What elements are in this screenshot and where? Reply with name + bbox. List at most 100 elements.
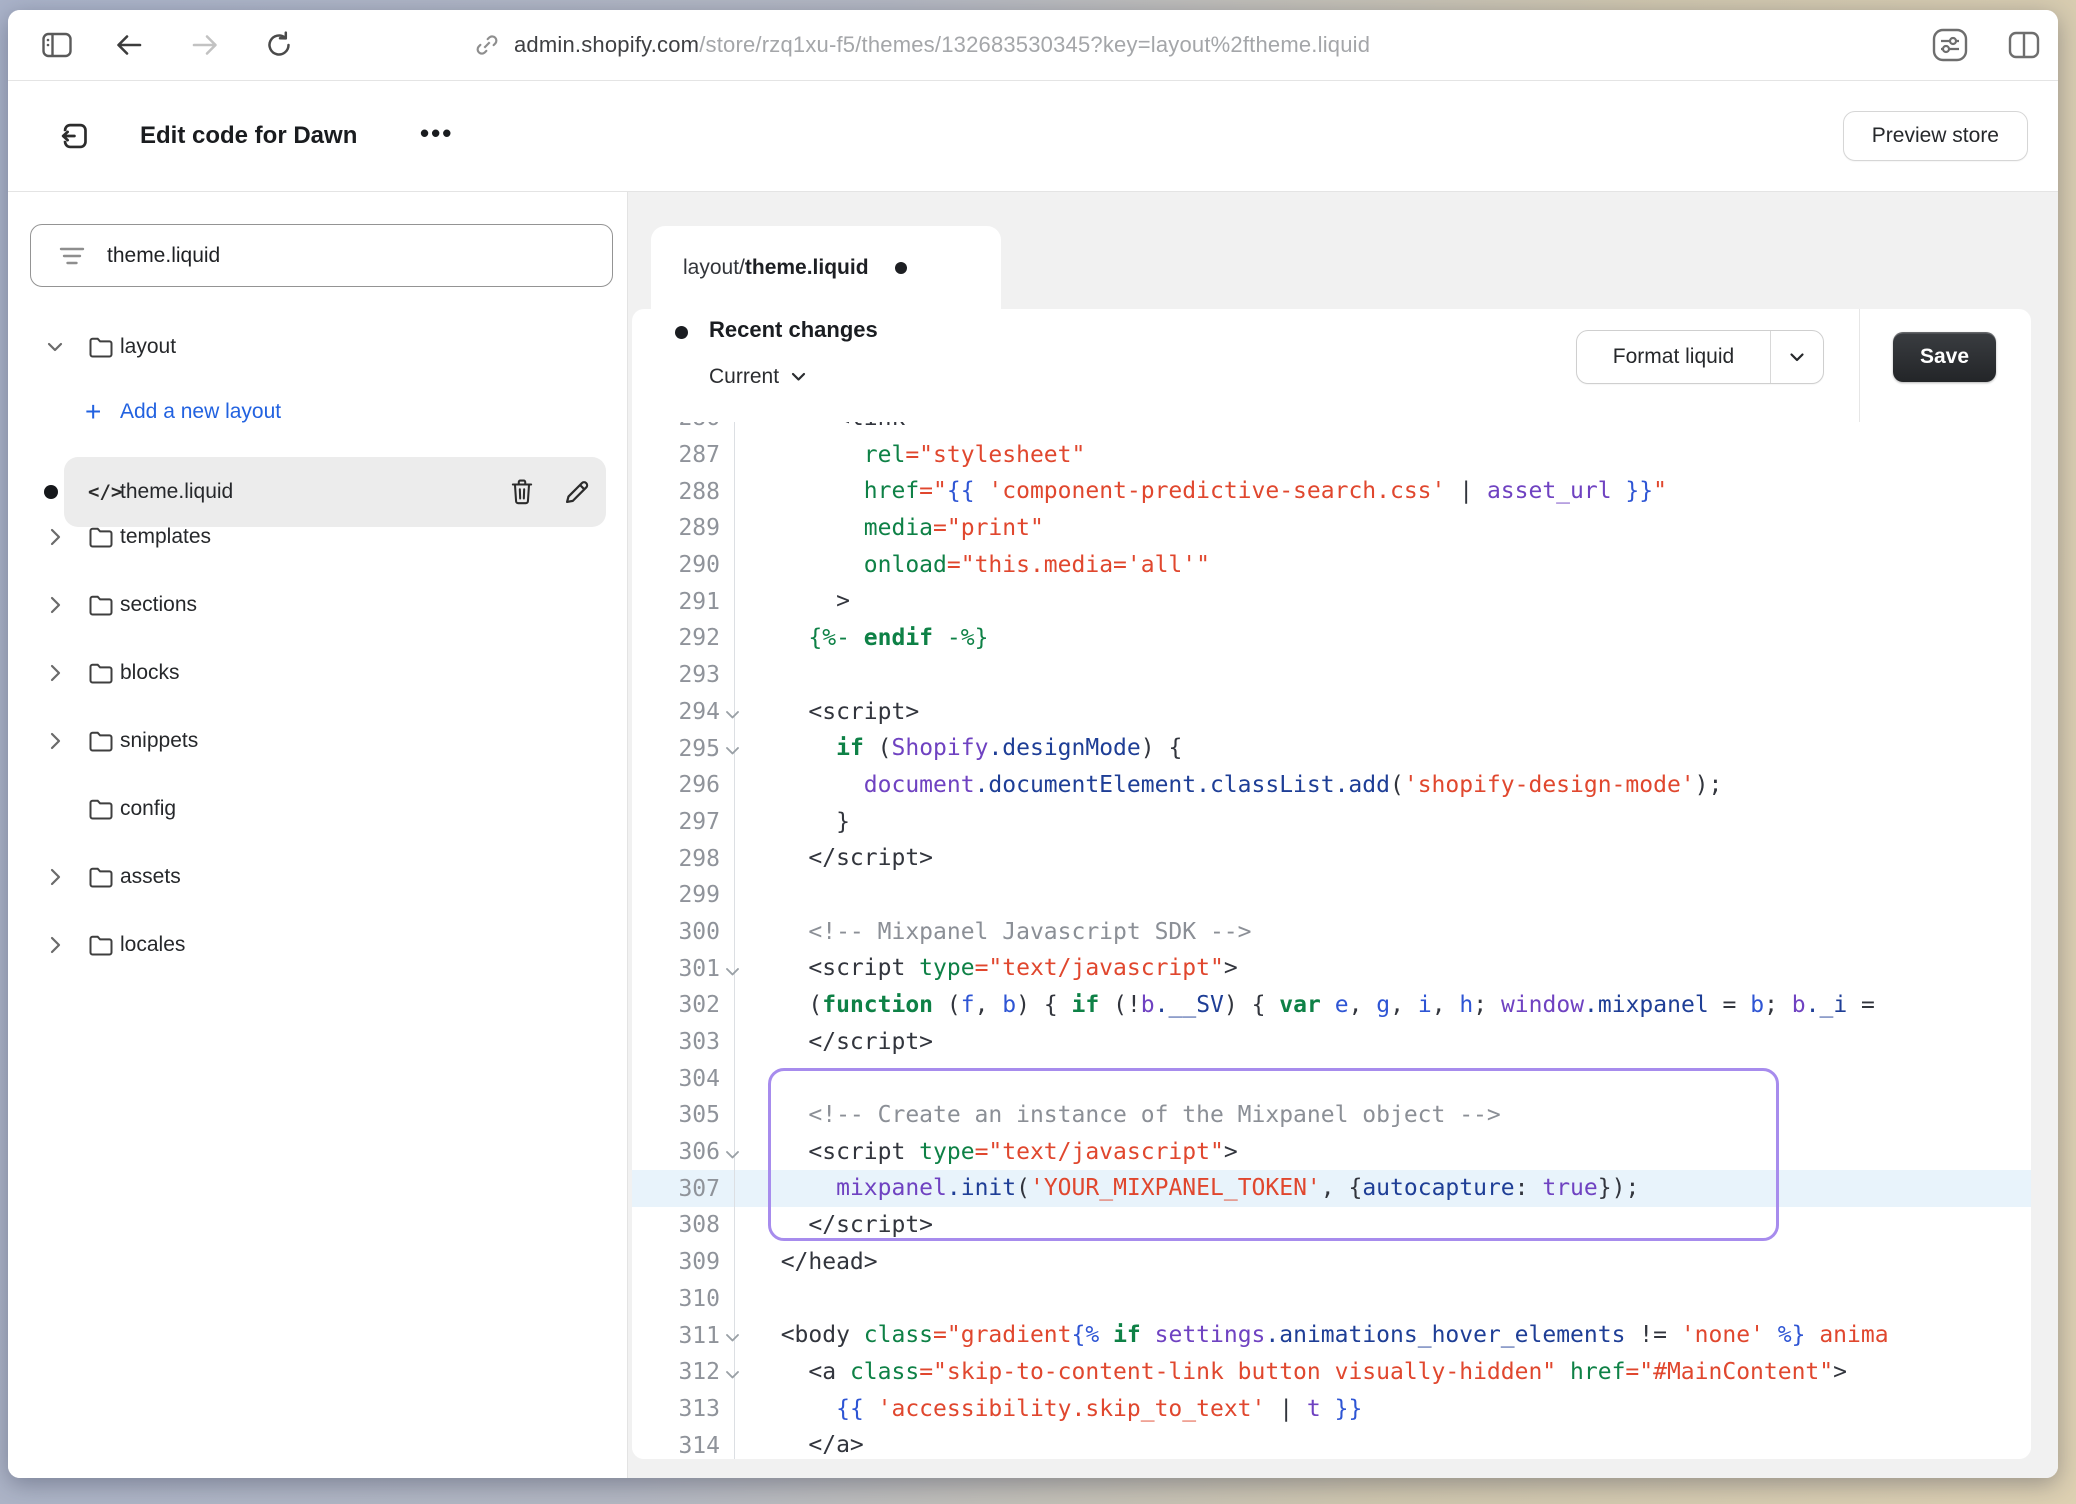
line-number[interactable]: 292 xyxy=(632,620,734,657)
code-line-293[interactable]: 293 xyxy=(632,657,2031,694)
line-number[interactable]: 308 xyxy=(632,1207,734,1244)
code-line-291[interactable]: 291 > xyxy=(632,583,2031,620)
tab-theme-liquid[interactable]: layout/theme.liquid xyxy=(651,226,1001,310)
line-number[interactable]: 305 xyxy=(632,1097,734,1134)
line-number[interactable]: 295 xyxy=(632,730,734,767)
line-number[interactable]: 290 xyxy=(632,547,734,584)
chevron-right-icon[interactable] xyxy=(46,936,64,954)
line-number[interactable]: 293 xyxy=(632,657,734,694)
line-number[interactable]: 307 xyxy=(632,1170,734,1207)
code-line-307[interactable]: 307 mixpanel.init('YOUR_MIXPANEL_TOKEN',… xyxy=(632,1170,2031,1207)
version-dropdown[interactable]: Current xyxy=(709,365,806,389)
fold-chevron-icon[interactable] xyxy=(725,746,740,756)
code-line-294[interactable]: 294 <script> xyxy=(632,694,2031,731)
fold-chevron-icon[interactable] xyxy=(725,710,740,720)
line-number[interactable]: 298 xyxy=(632,840,734,877)
format-options-dropdown[interactable] xyxy=(1770,331,1823,383)
code-line-311[interactable]: 311 <body class="gradient{% if settings.… xyxy=(632,1317,2031,1354)
format-liquid-button[interactable]: Format liquid xyxy=(1576,330,1824,384)
line-number[interactable]: 311 xyxy=(632,1317,734,1354)
code-line-305[interactable]: 305 <!-- Create an instance of the Mixpa… xyxy=(632,1097,2031,1134)
line-number[interactable]: 300 xyxy=(632,914,734,951)
chevron-right-icon[interactable] xyxy=(46,664,64,682)
address-bar[interactable]: admin.shopify.com/store/rzq1xu-f5/themes… xyxy=(474,10,1370,80)
chevron-right-icon[interactable] xyxy=(46,732,64,750)
reader-settings-icon[interactable] xyxy=(1932,28,1968,62)
fold-chevron-icon[interactable] xyxy=(725,1370,740,1380)
line-number[interactable]: 294 xyxy=(632,694,734,731)
line-number[interactable]: 296 xyxy=(632,767,734,804)
fold-chevron-icon[interactable] xyxy=(725,1150,740,1160)
back-button-icon[interactable] xyxy=(114,32,144,58)
code-line-313[interactable]: 313 {{ 'accessibility.skip_to_text' | t … xyxy=(632,1391,2031,1428)
code-line-290[interactable]: 290 onload="this.media='all'" xyxy=(632,547,2031,584)
reload-icon[interactable] xyxy=(264,30,294,60)
code-line-314[interactable]: 314 </a> xyxy=(632,1427,2031,1459)
code-line-299[interactable]: 299 xyxy=(632,877,2031,914)
exit-editor-icon[interactable] xyxy=(58,119,92,153)
sidebar-folder-layout[interactable]: layout xyxy=(8,330,627,364)
add-new-layout-link[interactable]: + Add a new layout xyxy=(8,395,627,429)
code-line-304[interactable]: 304 xyxy=(632,1060,2031,1097)
line-number[interactable]: 289 xyxy=(632,510,734,547)
code-line-295[interactable]: 295 if (Shopify.designMode) { xyxy=(632,730,2031,767)
line-number[interactable]: 302 xyxy=(632,987,734,1024)
code-line-297[interactable]: 297 } xyxy=(632,804,2031,841)
code-line-309[interactable]: 309 </head> xyxy=(632,1244,2031,1281)
line-number[interactable]: 314 xyxy=(632,1427,734,1459)
sidebar-file-theme-liquid[interactable]: </> theme.liquid xyxy=(8,475,627,509)
file-search-input[interactable]: theme.liquid xyxy=(30,224,613,287)
code-line-301[interactable]: 301 <script type="text/javascript"> xyxy=(632,950,2031,987)
line-number[interactable]: 297 xyxy=(632,804,734,841)
code-line-300[interactable]: 300 <!-- Mixpanel Javascript SDK --> xyxy=(632,914,2031,951)
line-number[interactable]: 288 xyxy=(632,473,734,510)
save-button[interactable]: Save xyxy=(1893,332,1996,382)
code-line-289[interactable]: 289 media="print" xyxy=(632,510,2031,547)
chevron-down-icon[interactable] xyxy=(46,342,64,352)
line-number[interactable]: 286 xyxy=(632,422,734,437)
sidebar-folder-sections[interactable]: sections xyxy=(8,588,627,622)
line-number[interactable]: 291 xyxy=(632,583,734,620)
code-line-302[interactable]: 302 (function (f, b) { if (!b.__SV) { va… xyxy=(632,987,2031,1024)
code-line-306[interactable]: 306 <script type="text/javascript"> xyxy=(632,1134,2031,1171)
sidebar-folder-assets[interactable]: assets xyxy=(8,860,627,894)
more-actions-button[interactable]: ••• xyxy=(420,118,453,149)
code-line-312[interactable]: 312 <a class="skip-to-content-link butto… xyxy=(632,1354,2031,1391)
code-line-288[interactable]: 288 href="{{ 'component-predictive-searc… xyxy=(632,473,2031,510)
line-number[interactable]: 309 xyxy=(632,1244,734,1281)
code-line-296[interactable]: 296 document.documentElement.classList.a… xyxy=(632,767,2031,804)
line-number[interactable]: 313 xyxy=(632,1391,734,1428)
code-line-298[interactable]: 298 </script> xyxy=(632,840,2031,877)
fold-chevron-icon[interactable] xyxy=(725,967,740,977)
sidebar-toggle-icon[interactable] xyxy=(42,32,72,58)
line-number[interactable]: 287 xyxy=(632,437,734,474)
preview-store-button[interactable]: Preview store xyxy=(1843,111,2028,161)
line-number[interactable]: 303 xyxy=(632,1024,734,1061)
sidebar-folder-snippets[interactable]: snippets xyxy=(8,724,627,758)
code-editor[interactable]: 286 <link287 rel="stylesheet"288 href="{… xyxy=(632,422,2031,1459)
code-line-308[interactable]: 308 </script> xyxy=(632,1207,2031,1244)
line-number[interactable]: 304 xyxy=(632,1060,734,1097)
split-view-icon[interactable] xyxy=(2008,31,2040,59)
fold-chevron-icon[interactable] xyxy=(725,1333,740,1343)
code-line-287[interactable]: 287 rel="stylesheet" xyxy=(632,437,2031,474)
sidebar-folder-blocks[interactable]: blocks xyxy=(8,656,627,690)
line-number[interactable]: 312 xyxy=(632,1354,734,1391)
forward-button-icon[interactable] xyxy=(190,32,220,58)
sidebar-folder-locales[interactable]: locales xyxy=(8,928,627,962)
code-line-286[interactable]: 286 <link xyxy=(632,422,2031,437)
rename-file-icon[interactable] xyxy=(563,478,591,506)
chevron-right-icon[interactable] xyxy=(46,528,64,546)
code-line-292[interactable]: 292 {%- endif -%} xyxy=(632,620,2031,657)
chevron-right-icon[interactable] xyxy=(46,868,64,886)
line-number[interactable]: 301 xyxy=(632,950,734,987)
line-number[interactable]: 310 xyxy=(632,1281,734,1318)
line-number[interactable]: 306 xyxy=(632,1134,734,1171)
line-number[interactable]: 299 xyxy=(632,877,734,914)
sidebar-folder-config[interactable]: config xyxy=(8,792,627,826)
code-line-303[interactable]: 303 </script> xyxy=(632,1024,2031,1061)
delete-file-icon[interactable] xyxy=(509,478,535,506)
code-line-310[interactable]: 310 xyxy=(632,1281,2031,1318)
chevron-right-icon[interactable] xyxy=(46,596,64,614)
sidebar-folder-templates[interactable]: templates xyxy=(8,520,627,554)
